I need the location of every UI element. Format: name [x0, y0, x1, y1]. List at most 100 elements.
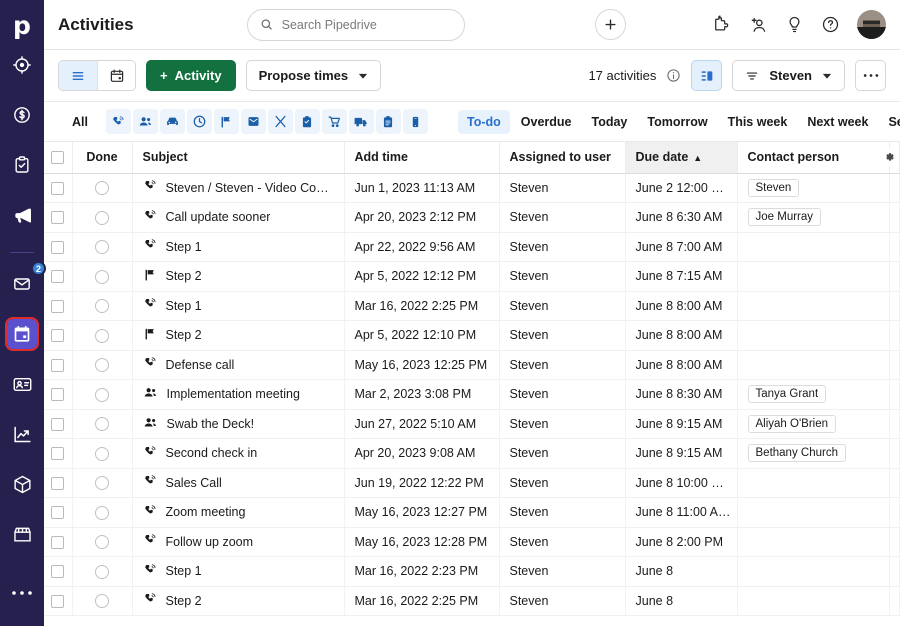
- filter-type-delivery[interactable]: [349, 109, 374, 134]
- sidebar-item-marketplace[interactable]: [7, 519, 37, 549]
- row-checkbox[interactable]: [51, 241, 64, 254]
- filter-type-cart[interactable]: [322, 109, 347, 134]
- table-row[interactable]: Implementation meetingMar 2, 2023 3:08 P…: [44, 380, 900, 410]
- row-checkbox[interactable]: [51, 477, 64, 490]
- filter-all[interactable]: All: [58, 115, 102, 129]
- mark-done-radio[interactable]: [95, 211, 109, 225]
- columns-settings-button[interactable]: [691, 60, 722, 91]
- sidebar-item-products[interactable]: [7, 469, 37, 499]
- sidebar-item-deals[interactable]: [7, 100, 37, 130]
- search-box[interactable]: [247, 9, 465, 41]
- row-checkbox[interactable]: [51, 359, 64, 372]
- avatar[interactable]: [857, 10, 886, 39]
- row-checkbox[interactable]: [51, 329, 64, 342]
- header-subject[interactable]: Subject: [132, 142, 344, 173]
- mark-done-radio[interactable]: [95, 240, 109, 254]
- mark-done-radio[interactable]: [95, 476, 109, 490]
- activity-subject[interactable]: Step 1: [166, 564, 202, 578]
- period-tab-today[interactable]: Today: [582, 110, 636, 134]
- filter-type-clipboard[interactable]: [376, 109, 401, 134]
- table-row[interactable]: Call update soonerApr 20, 2023 2:12 PMSt…: [44, 203, 900, 233]
- header-due-date[interactable]: Due date▲: [625, 142, 737, 173]
- row-checkbox[interactable]: [51, 300, 64, 313]
- mark-done-radio[interactable]: [95, 417, 109, 431]
- filter-type-flag[interactable]: [214, 109, 239, 134]
- row-checkbox[interactable]: [51, 182, 64, 195]
- contact-chip[interactable]: Steven: [748, 179, 800, 197]
- table-row[interactable]: Step 2Apr 5, 2022 12:12 PMStevenJune 8 7…: [44, 262, 900, 292]
- filter-type-task-car[interactable]: [160, 109, 185, 134]
- contact-chip[interactable]: Bethany Church: [748, 444, 846, 462]
- table-row[interactable]: Step 1Mar 16, 2022 2:25 PMStevenJune 8 8…: [44, 291, 900, 321]
- filter-type-email[interactable]: [241, 109, 266, 134]
- mark-done-radio[interactable]: [95, 181, 109, 195]
- table-row[interactable]: Zoom meetingMay 16, 2023 12:27 PMStevenJ…: [44, 498, 900, 528]
- sidebar-item-contacts[interactable]: [7, 369, 37, 399]
- filter-type-deadline[interactable]: [187, 109, 212, 134]
- table-row[interactable]: Second check inApr 20, 2023 9:08 AMSteve…: [44, 439, 900, 469]
- period-tab-todo[interactable]: To-do: [458, 110, 510, 134]
- period-tab-tomorrow[interactable]: Tomorrow: [638, 110, 716, 134]
- mark-done-radio[interactable]: [95, 565, 109, 579]
- row-checkbox[interactable]: [51, 388, 64, 401]
- activity-subject[interactable]: Steven / Steven - Video Con…: [166, 181, 334, 195]
- contact-chip[interactable]: Joe Murray: [748, 208, 822, 226]
- activity-subject[interactable]: Call update sooner: [166, 210, 271, 224]
- add-button[interactable]: [595, 9, 626, 40]
- row-checkbox[interactable]: [51, 536, 64, 549]
- sidebar-item-projects[interactable]: [7, 150, 37, 180]
- mark-done-radio[interactable]: [95, 447, 109, 461]
- mark-done-radio[interactable]: [95, 329, 109, 343]
- period-tab-this-week[interactable]: This week: [719, 110, 797, 134]
- sidebar-item-leads[interactable]: [7, 50, 37, 80]
- activity-subject[interactable]: Second check in: [166, 446, 258, 460]
- activity-subject[interactable]: Implementation meeting: [167, 387, 300, 401]
- mark-done-radio[interactable]: [95, 388, 109, 402]
- search-input[interactable]: [282, 18, 453, 32]
- period-tab-select-period[interactable]: Select period: [879, 110, 900, 134]
- activity-subject[interactable]: Step 2: [166, 328, 202, 342]
- mark-done-radio[interactable]: [95, 506, 109, 520]
- row-checkbox[interactable]: [51, 595, 64, 608]
- propose-times-button[interactable]: Propose times: [246, 60, 382, 91]
- help-icon-button[interactable]: [821, 15, 840, 34]
- header-contact-person[interactable]: Contact person: [737, 142, 889, 173]
- mark-done-radio[interactable]: [95, 299, 109, 313]
- table-row[interactable]: Step 1Apr 22, 2022 9:56 AMStevenJune 8 7…: [44, 232, 900, 262]
- activity-subject[interactable]: Sales Call: [166, 476, 222, 490]
- row-checkbox[interactable]: [51, 270, 64, 283]
- table-row[interactable]: Sales CallJun 19, 2022 12:22 PMStevenJun…: [44, 468, 900, 498]
- table-row[interactable]: Step 2Mar 16, 2022 2:25 PMStevenJune 8: [44, 586, 900, 616]
- pipedrive-logo[interactable]: p: [0, 0, 44, 50]
- header-assigned-to-user[interactable]: Assigned to user: [499, 142, 625, 173]
- lightbulb-icon-button[interactable]: [785, 15, 804, 34]
- activity-subject[interactable]: Defense call: [166, 358, 235, 372]
- table-row[interactable]: Follow up zoomMay 16, 2023 12:28 PMSteve…: [44, 527, 900, 557]
- header-done[interactable]: Done: [72, 142, 132, 173]
- table-row[interactable]: Swab the Deck!Jun 27, 2022 5:10 AMSteven…: [44, 409, 900, 439]
- puzzle-icon-button[interactable]: [712, 15, 731, 34]
- user-filter-button[interactable]: Steven: [732, 60, 845, 91]
- calendar-view-button[interactable]: [97, 61, 135, 90]
- add-activity-button[interactable]: + Activity: [146, 60, 236, 91]
- row-checkbox[interactable]: [51, 506, 64, 519]
- header-add-time[interactable]: Add time: [344, 142, 499, 173]
- table-row[interactable]: Defense callMay 16, 2023 12:25 PMStevenJ…: [44, 350, 900, 380]
- table-row[interactable]: Step 1Mar 16, 2022 2:23 PMStevenJune 8: [44, 557, 900, 587]
- contact-chip[interactable]: Aliyah O'Brien: [748, 415, 837, 433]
- select-all-checkbox[interactable]: [51, 151, 64, 164]
- table-row[interactable]: Steven / Steven - Video Con…Jun 1, 2023 …: [44, 173, 900, 203]
- sidebar-item-campaigns[interactable]: [7, 200, 37, 230]
- sidebar-item-mail[interactable]: 2: [7, 269, 37, 299]
- add-person-icon-button[interactable]: [748, 15, 768, 35]
- mark-done-radio[interactable]: [95, 535, 109, 549]
- activity-subject[interactable]: Step 1: [166, 299, 202, 313]
- activity-subject[interactable]: Follow up zoom: [166, 535, 254, 549]
- activity-subject[interactable]: Step 1: [166, 240, 202, 254]
- activity-subject[interactable]: Swab the Deck!: [167, 417, 255, 431]
- activity-subject[interactable]: Step 2: [166, 269, 202, 283]
- filter-type-mobile[interactable]: [403, 109, 428, 134]
- filter-type-call[interactable]: [106, 109, 131, 134]
- info-icon-button[interactable]: [666, 68, 681, 83]
- sidebar-item-more[interactable]: [7, 578, 37, 608]
